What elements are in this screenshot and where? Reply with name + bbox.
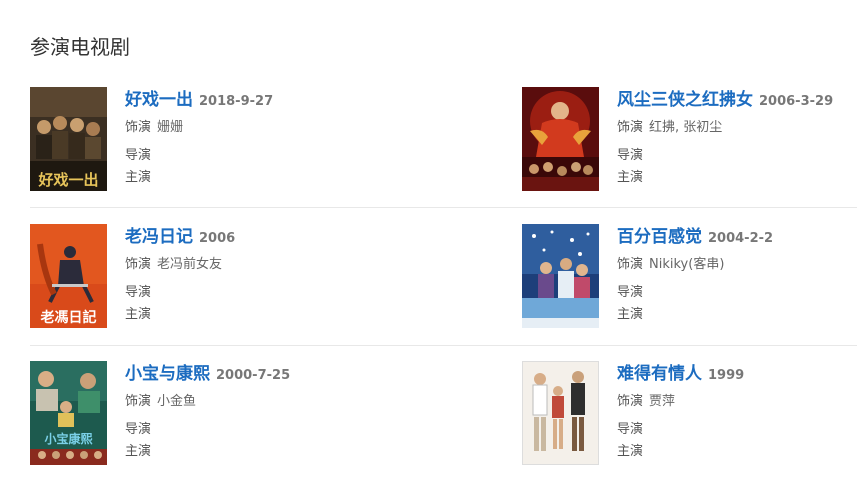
role-value: Nikiky(客串) [649, 257, 725, 272]
poster-image[interactable]: 好戏一出 [30, 87, 107, 191]
tv-item: 小宝康熙 小宝与康熙 2000-7-25 饰演 小金鱼 导演 主演 [30, 361, 365, 471]
director-label: 导演 [125, 285, 152, 300]
series-title-link[interactable]: 小宝与康熙 [125, 364, 210, 384]
role-label: 饰演 [617, 257, 644, 272]
lead-row: 主演 [125, 441, 365, 463]
director-label: 导演 [125, 422, 152, 437]
role-row: 饰演 红拂, 张初尘 [617, 117, 857, 139]
air-date: 2000-7-25 [216, 368, 291, 383]
poster-text: 好戏一出 [37, 171, 98, 189]
section-title: 参演电视剧 [30, 35, 130, 59]
director-label: 导演 [617, 422, 644, 437]
lead-row: 主演 [617, 441, 857, 463]
tv-item: 难得有情人 1999 饰演 贾萍 导演 主演 [522, 361, 857, 471]
lead-row: 主演 [617, 167, 857, 189]
series-title-link[interactable]: 老冯日记 [125, 227, 193, 247]
director-label: 导演 [125, 148, 152, 163]
tv-item: 百分百感觉 2004-2-2 饰演 Nikiky(客串) 导演 主演 [522, 224, 857, 334]
director-row: 导演 [617, 419, 857, 441]
lead-label: 主演 [125, 170, 152, 185]
series-title-link[interactable]: 百分百感觉 [617, 227, 702, 247]
role-row: 饰演 老冯前女友 [125, 254, 365, 276]
series-title-link[interactable]: 好戏一出 [125, 90, 193, 110]
director-row: 导演 [617, 145, 857, 167]
lead-row: 主演 [125, 304, 365, 326]
role-label: 饰演 [125, 257, 152, 272]
air-date: 2006-3-29 [759, 94, 834, 109]
poster-image[interactable] [522, 224, 599, 328]
lead-row: 主演 [617, 304, 857, 326]
role-value: 姗姗 [157, 120, 184, 135]
lead-row: 主演 [125, 167, 365, 189]
tv-item: 老馮日記 老冯日记 2006 饰演 老冯前女友 导演 主演 [30, 224, 365, 334]
air-date: 2006 [199, 231, 236, 246]
role-label: 饰演 [617, 120, 644, 135]
series-title-link[interactable]: 难得有情人 [617, 364, 702, 384]
series-title-link[interactable]: 风尘三侠之红拂女 [617, 90, 753, 110]
air-date: 2004-2-2 [708, 231, 774, 246]
poster-text: 老馮日記 [41, 309, 97, 326]
poster-image[interactable]: 小宝康熙 [30, 361, 107, 465]
director-row: 导演 [125, 282, 365, 304]
director-row: 导演 [125, 419, 365, 441]
tv-item: 风尘三侠之红拂女 2006-3-29 饰演 红拂, 张初尘 导演 主演 [522, 87, 857, 197]
tv-item: 好戏一出 好戏一出 2018-9-27 饰演 姗姗 导演 主演 [30, 87, 365, 197]
role-value: 老冯前女友 [157, 257, 223, 272]
role-value: 小金鱼 [157, 394, 197, 409]
row-divider [30, 207, 857, 208]
lead-label: 主演 [617, 444, 644, 459]
poster-image[interactable] [522, 361, 599, 465]
lead-label: 主演 [125, 444, 152, 459]
director-label: 导演 [617, 148, 644, 163]
lead-label: 主演 [617, 307, 644, 322]
role-value: 贾萍 [649, 394, 676, 409]
director-label: 导演 [617, 285, 644, 300]
role-label: 饰演 [617, 394, 644, 409]
tv-series-section: 参演电视剧 好戏一出 好戏一出 2018-9-27 饰演 姗姗 导演 主演 风尘… [0, 0, 857, 480]
role-row: 饰演 姗姗 [125, 117, 365, 139]
lead-label: 主演 [125, 307, 152, 322]
role-row: 饰演 贾萍 [617, 391, 857, 413]
role-label: 饰演 [125, 394, 152, 409]
role-row: 饰演 Nikiky(客串) [617, 254, 857, 276]
director-row: 导演 [125, 145, 365, 167]
director-row: 导演 [617, 282, 857, 304]
air-date: 1999 [708, 368, 745, 383]
role-label: 饰演 [125, 120, 152, 135]
poster-text: 小宝康熙 [44, 431, 92, 446]
air-date: 2018-9-27 [199, 94, 274, 109]
poster-image[interactable] [522, 87, 599, 191]
row-divider [30, 345, 857, 346]
lead-label: 主演 [617, 170, 644, 185]
role-row: 饰演 小金鱼 [125, 391, 365, 413]
role-value: 红拂, 张初尘 [649, 120, 723, 135]
poster-image[interactable]: 老馮日記 [30, 224, 107, 328]
